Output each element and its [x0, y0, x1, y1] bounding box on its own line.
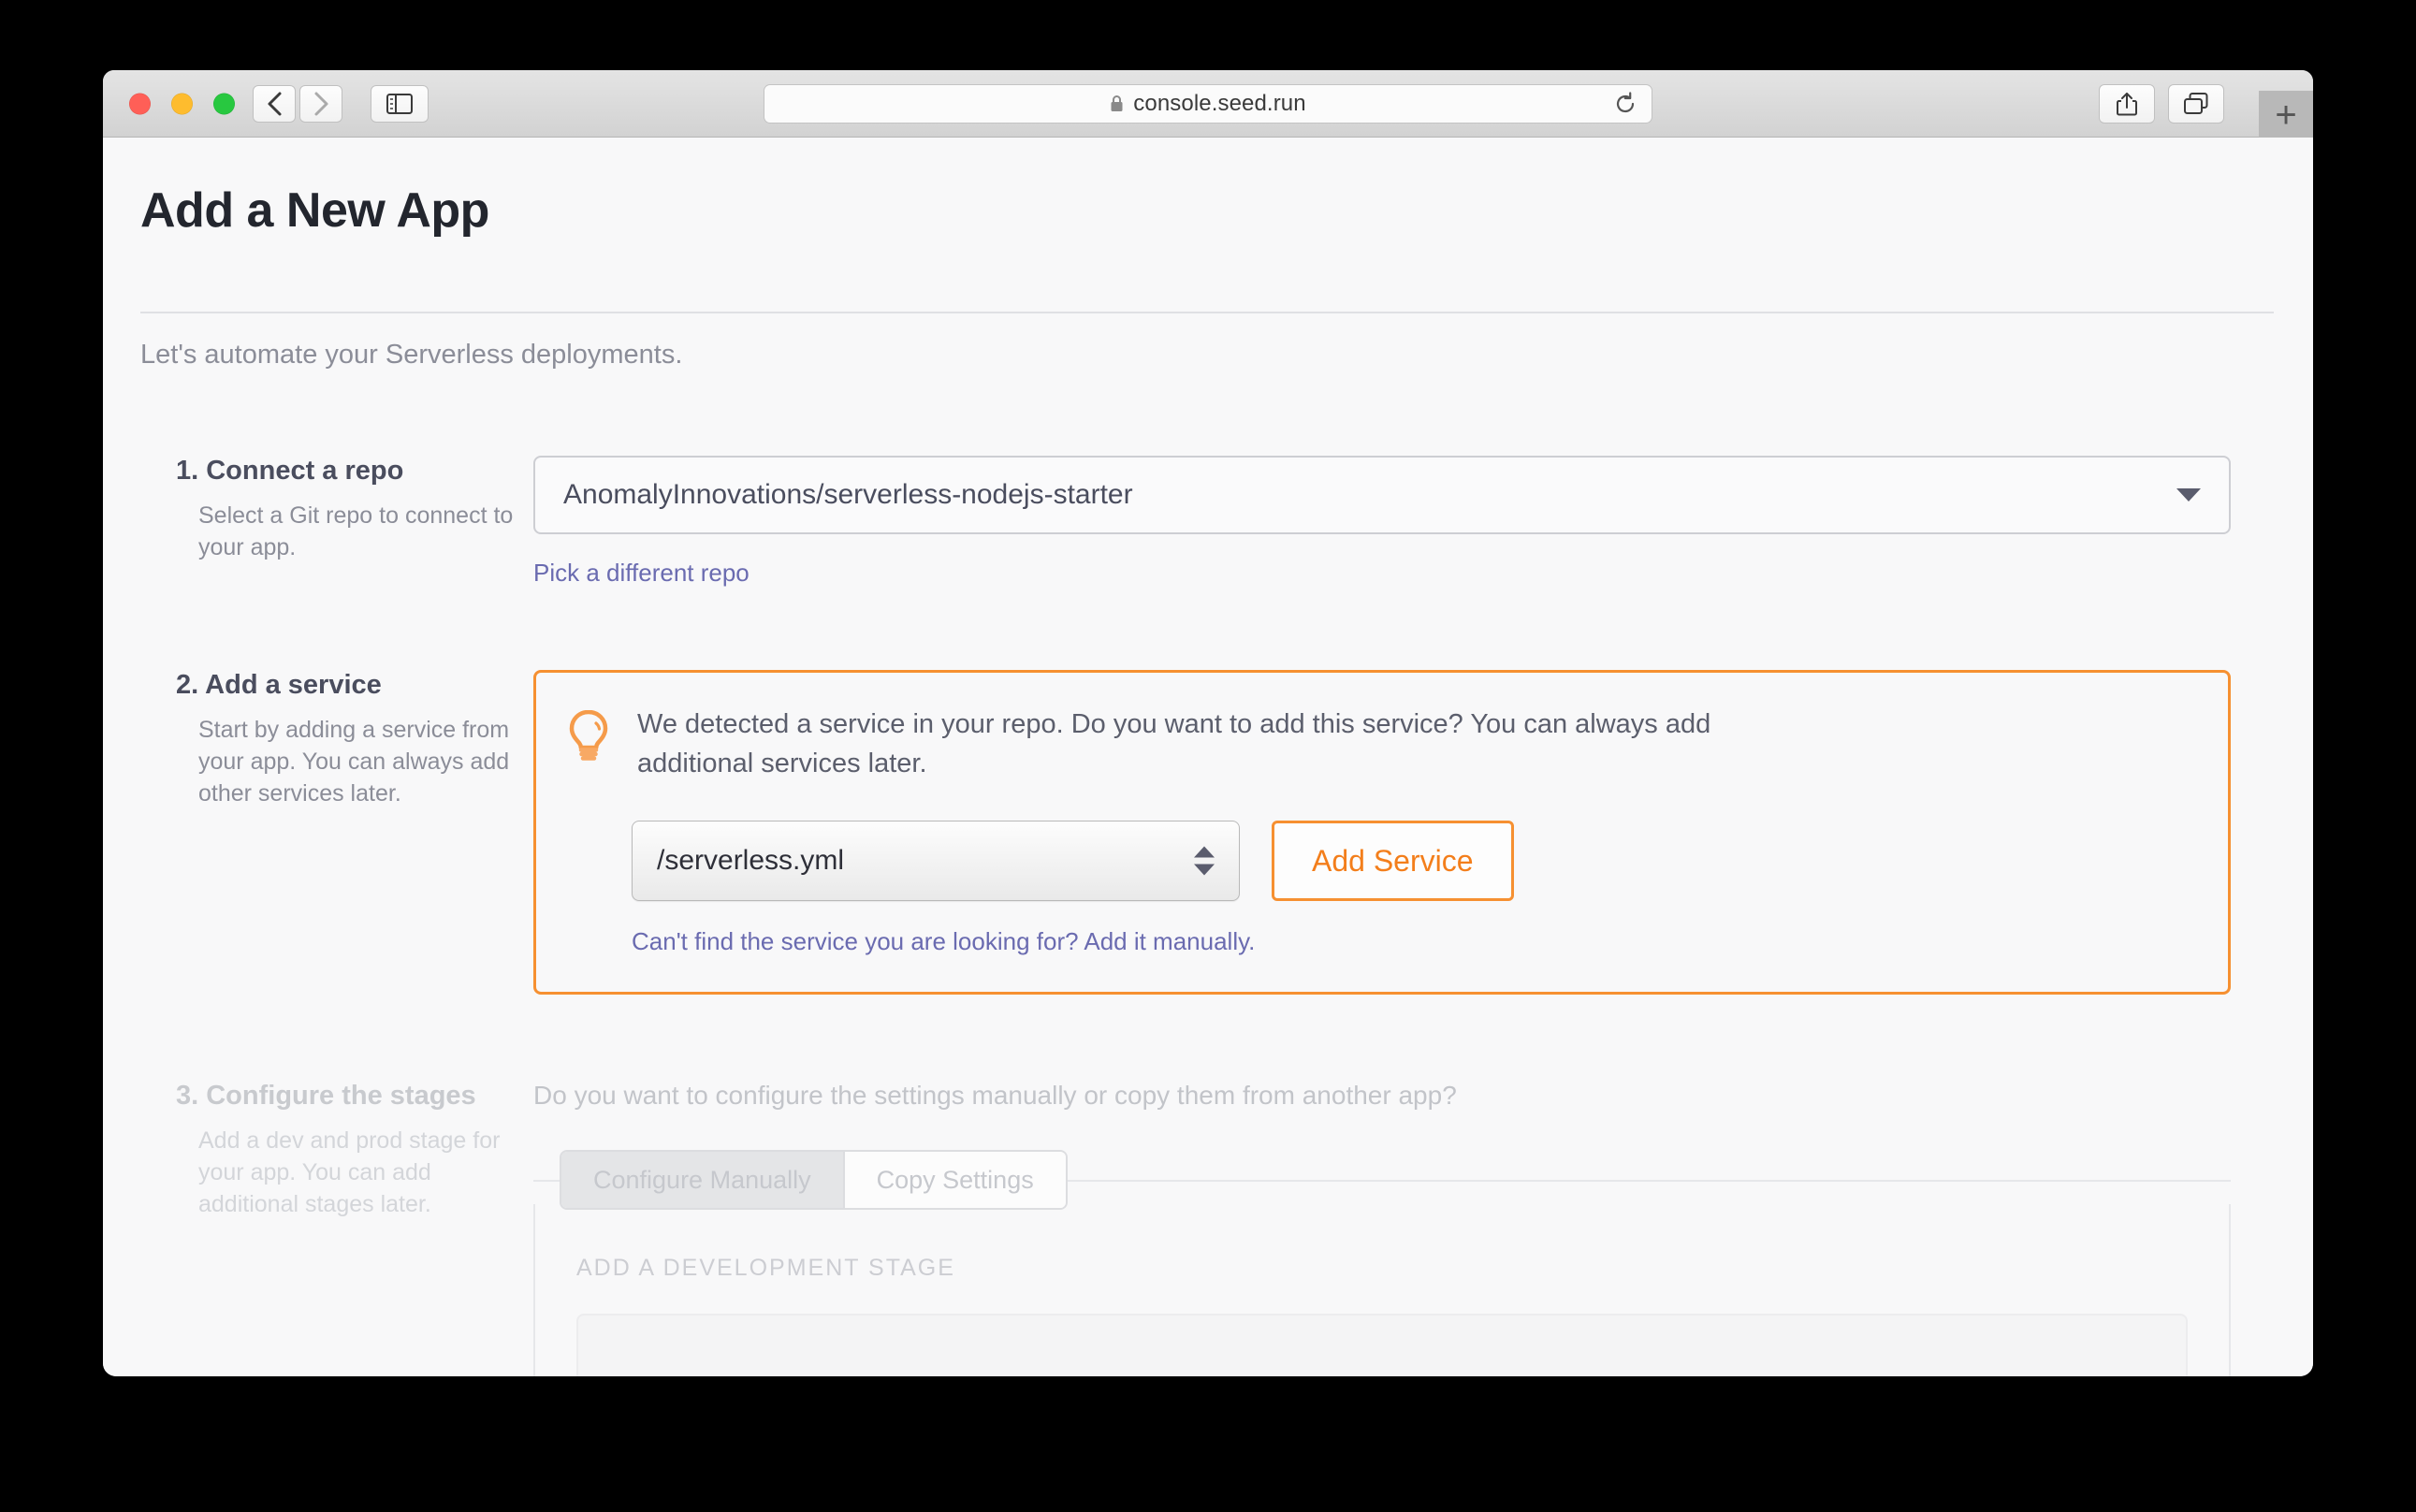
browser-toolbar: console.seed.run +	[103, 70, 2313, 139]
alert-text: We detected a service in your repo. Do y…	[637, 709, 1711, 779]
stepper-arrows-icon	[1194, 846, 1215, 876]
step-2-title: 2. Add a service	[176, 670, 382, 700]
step-2-label: 2. Add a service Start by adding a servi…	[103, 670, 533, 995]
forward-button[interactable]	[299, 84, 342, 123]
lightbulb-icon	[569, 710, 608, 761]
stage-panel: ADD A DEVELOPMENT STAGE STAGE NAME Deplo…	[533, 1204, 2231, 1376]
navigation-buttons	[253, 84, 342, 123]
browser-window: console.seed.run + Add a New App Let's a…	[103, 70, 2313, 1376]
arrow-up-icon	[1194, 846, 1215, 858]
stage-card[interactable]: STAGE NAME Deployed to	[576, 1314, 2188, 1376]
step-2-description: Start by adding a service from your app.…	[198, 717, 510, 807]
step-1-description: Select a Git repo to connect to your app…	[198, 502, 514, 560]
chevron-right-icon	[314, 92, 327, 115]
new-tab-button[interactable]: +	[2259, 91, 2313, 139]
page-subtitle: Let's automate your Serverless deploymen…	[140, 340, 683, 370]
stage-question: Do you want to configure the settings ma…	[533, 1081, 1457, 1111]
address-bar[interactable]: console.seed.run	[764, 83, 1652, 124]
step-connect-repo: 1. Connect a repo Select a Git repo to c…	[103, 456, 2313, 588]
step-3-body: Do you want to configure the settings ma…	[533, 1081, 2313, 1376]
service-picker-row: /serverless.yml Add Service	[632, 821, 2190, 902]
chevron-left-icon	[268, 92, 281, 115]
maximize-window-button[interactable]	[213, 93, 235, 114]
step-3-description: Add a dev and prod stage for your app. Y…	[198, 1127, 501, 1218]
sidebar-toggle-icon	[386, 93, 413, 114]
steps-container: 1. Connect a repo Select a Git repo to c…	[103, 456, 2313, 1376]
step-1-body: AnomalyInnovations/serverless-nodejs-sta…	[533, 456, 2313, 588]
stage-tabs: Configure Manually Copy Settings	[560, 1150, 1068, 1211]
toolbar-right-buttons	[2099, 83, 2224, 124]
page-title: Add a New App	[140, 183, 489, 238]
step-3-title: 3. Configure the stages	[176, 1081, 476, 1112]
sidebar-toggle-button[interactable]	[371, 84, 429, 123]
url-text: console.seed.run	[1133, 90, 1306, 116]
reload-icon[interactable]	[1614, 91, 1637, 116]
step-configure-stages: 3. Configure the stages Add a dev and pr…	[103, 1081, 2313, 1376]
stage-panel-label: ADD A DEVELOPMENT STAGE	[576, 1255, 955, 1282]
step-3-label: 3. Configure the stages Add a dev and pr…	[103, 1081, 533, 1376]
step-add-service: 2. Add a service Start by adding a servi…	[103, 670, 2313, 996]
lock-icon	[1111, 94, 1123, 111]
share-button[interactable]	[2099, 83, 2155, 124]
alert-message-row: We detected a service in your repo. Do y…	[568, 705, 2190, 783]
step-2-body: We detected a service in your repo. Do y…	[533, 670, 2313, 996]
repo-select[interactable]: AnomalyInnovations/serverless-nodejs-sta…	[533, 456, 2231, 534]
detected-service-alert: We detected a service in your repo. Do y…	[533, 670, 2231, 996]
service-file-select[interactable]: /serverless.yml	[632, 821, 1240, 902]
service-file-value: /serverless.yml	[657, 845, 845, 877]
page-content: Add a New App Let's automate your Server…	[103, 138, 2313, 1376]
window-controls	[129, 93, 235, 114]
tabs-overview-button[interactable]	[2168, 83, 2224, 124]
tab-configure-manually[interactable]: Configure Manually	[561, 1152, 845, 1209]
add-manually-link[interactable]: Can't find the service you are looking f…	[632, 927, 1255, 956]
pick-different-repo-link[interactable]: Pick a different repo	[533, 559, 750, 588]
step-1-label: 1. Connect a repo Select a Git repo to c…	[103, 456, 533, 588]
repo-select-value: AnomalyInnovations/serverless-nodejs-sta…	[563, 479, 1133, 510]
back-button[interactable]	[253, 84, 296, 123]
close-window-button[interactable]	[129, 93, 151, 114]
share-icon	[2117, 92, 2137, 115]
arrow-down-icon	[1194, 864, 1215, 876]
stage-tabbar: Configure Manually Copy Settings	[533, 1150, 2231, 1211]
tab-copy-settings[interactable]: Copy Settings	[844, 1152, 1066, 1209]
add-service-button[interactable]: Add Service	[1272, 821, 1514, 902]
chevron-down-icon	[2176, 488, 2201, 502]
tabs-overview-icon	[2184, 92, 2208, 114]
step-1-title: 1. Connect a repo	[176, 456, 404, 486]
minimize-window-button[interactable]	[171, 93, 193, 114]
title-divider	[140, 312, 2274, 313]
